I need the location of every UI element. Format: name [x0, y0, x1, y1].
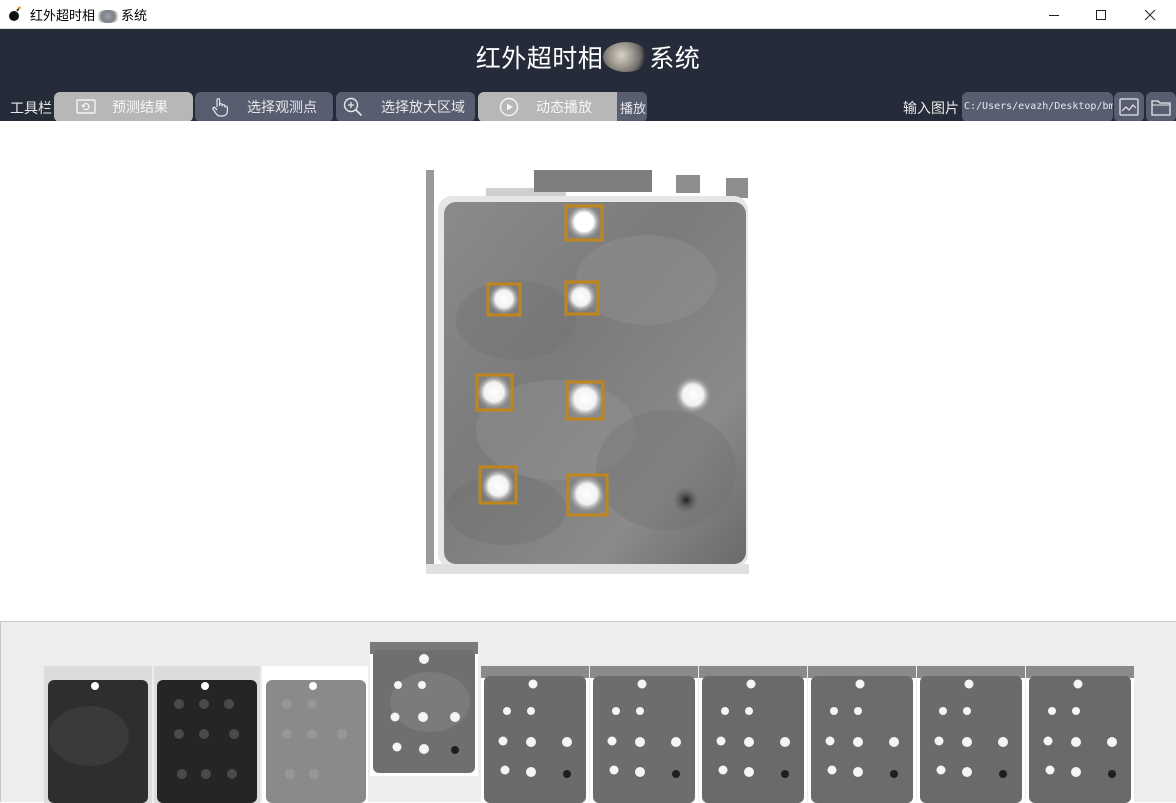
app-title-suffix: 系统 — [649, 44, 701, 73]
maximize-icon — [1096, 9, 1106, 20]
predict-result-label: 预测结果 — [112, 100, 168, 116]
input-image-label: 输入图片 — [903, 101, 959, 117]
select-point-label: 选择观测点 — [247, 100, 317, 116]
folder-icon — [1151, 100, 1171, 116]
refresh-screen-icon — [75, 96, 97, 118]
app-bomb-icon — [9, 6, 21, 21]
thumbnail-1[interactable] — [44, 666, 152, 803]
app-title-prefix: 红外超时相 — [475, 44, 604, 73]
play-button[interactable]: 播放 — [617, 92, 647, 122]
select-zoom-area-button[interactable]: 选择放大区域 — [336, 92, 475, 122]
maximize-button[interactable] — [1077, 0, 1125, 29]
thumbnail-4-selected[interactable] — [370, 642, 478, 776]
open-folder-button[interactable] — [1146, 92, 1176, 122]
thumbnail-10[interactable] — [1026, 666, 1134, 803]
thumbnail-7[interactable] — [699, 666, 807, 803]
window-title-suffix: 系统 — [121, 9, 148, 24]
thumbnail-2[interactable] — [154, 666, 260, 803]
select-point-button[interactable]: 选择观测点 — [195, 92, 333, 122]
app-header: 红外超时相 系统 工具栏 预测结果 选择观测点 选择放大区域 动态播放 播放 输入… — [0, 29, 1176, 122]
minimize-button[interactable] — [1030, 0, 1078, 29]
select-zoom-area-label: 选择放大区域 — [381, 100, 465, 116]
infrared-main-image[interactable] — [426, 170, 749, 574]
image-icon — [1119, 98, 1139, 116]
window-title-prefix: 红外超时相 — [30, 9, 96, 24]
hand-pointer-icon — [209, 96, 231, 118]
thumbnail-3[interactable] — [262, 666, 368, 803]
main-image-area[interactable] — [0, 121, 1176, 621]
app-title: 红外超时相 系统 — [0, 39, 1176, 75]
thumbnail-strip[interactable] — [0, 621, 1176, 803]
window-titlebar: 红外超时相 系统 — [0, 0, 1176, 29]
thumbnail-5[interactable] — [481, 666, 589, 803]
close-button[interactable] — [1126, 0, 1174, 29]
toolbar-label: 工具栏 — [10, 101, 52, 117]
play-label: 播放 — [620, 101, 647, 117]
show-image-button[interactable] — [1114, 92, 1144, 122]
predict-result-button[interactable]: 预测结果 — [54, 92, 193, 122]
window-title-blur — [95, 10, 122, 23]
minimize-icon — [1049, 14, 1059, 16]
dynamic-play-label: 动态播放 — [536, 100, 592, 116]
zoom-in-icon — [342, 96, 364, 118]
dynamic-play-button[interactable]: 动态播放 — [478, 92, 617, 122]
thumbnail-8[interactable] — [808, 666, 916, 803]
thumbnail-6[interactable] — [590, 666, 698, 803]
window-title: 红外超时相 系统 — [30, 5, 147, 24]
thumbnail-9[interactable] — [917, 666, 1025, 803]
play-circle-icon — [498, 96, 520, 118]
app-title-redaction — [603, 42, 650, 72]
close-icon — [1144, 9, 1156, 20]
image-path-field[interactable]: C:/Users/evazh/Desktop/bmp — [962, 92, 1113, 122]
